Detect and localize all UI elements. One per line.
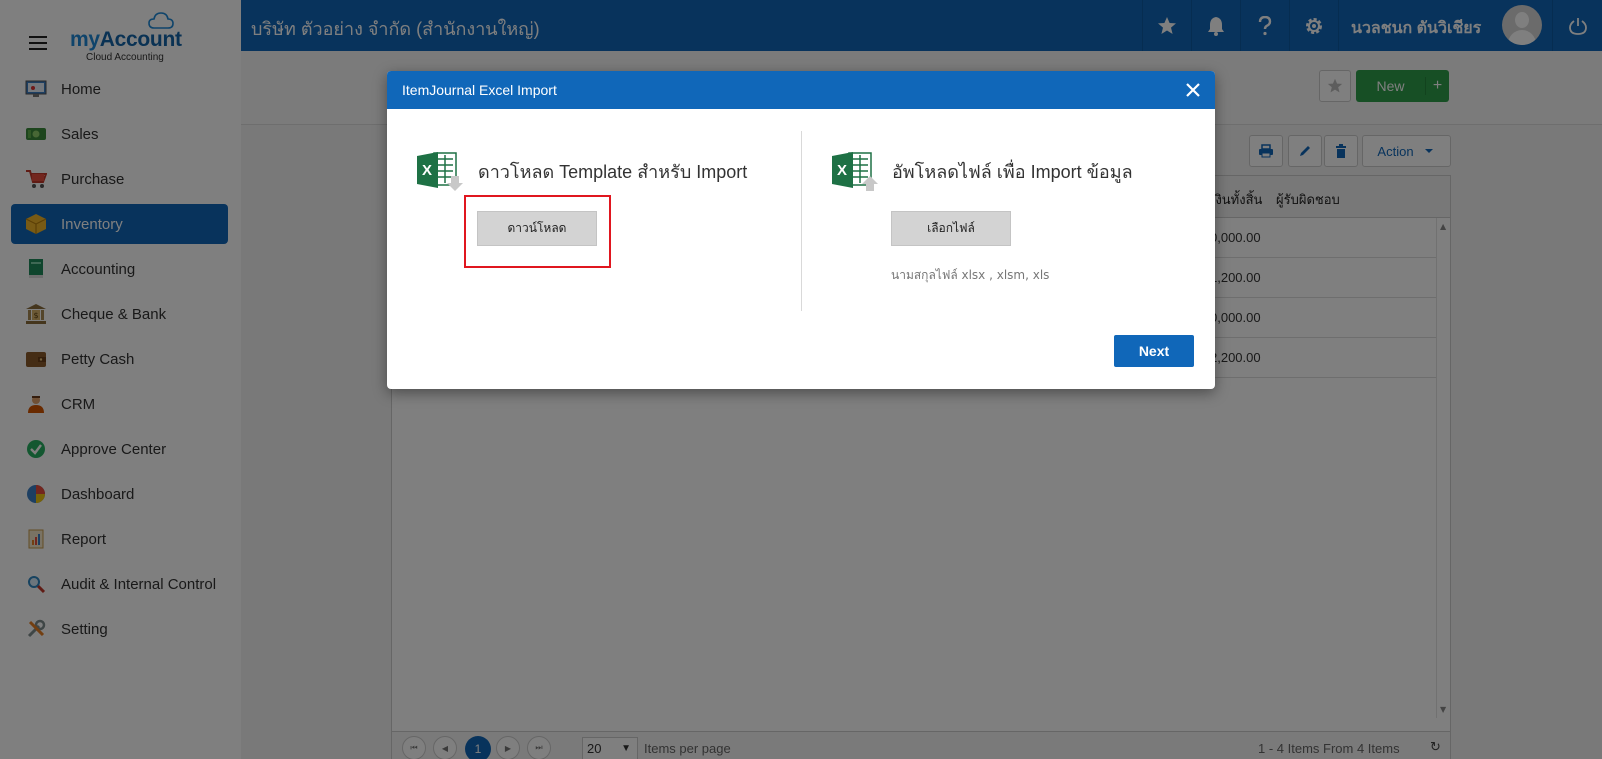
excel-download-icon: X — [417, 152, 463, 191]
dialog-title: ItemJournal Excel Import — [402, 82, 557, 98]
upload-section-title: อัพโหลดไฟล์ เพื่อ Import ข้อมูล — [892, 162, 1133, 182]
excel-upload-icon: X — [832, 152, 878, 191]
svg-text:X: X — [422, 162, 432, 179]
close-icon[interactable] — [1183, 80, 1203, 100]
excel-import-dialog: ItemJournal Excel Import X ดาวโหลด Templ… — [387, 71, 1215, 389]
choose-file-button[interactable]: เลือกไฟล์ — [891, 211, 1011, 246]
section-divider — [801, 131, 802, 311]
download-section-title: ดาวโหลด Template สำหรับ Import — [478, 162, 748, 182]
file-extension-hint: นามสกุลไฟล์ xlsx , xlsm, xls — [891, 268, 1050, 282]
dialog-header: ItemJournal Excel Import — [387, 71, 1215, 109]
next-button[interactable]: Next — [1114, 335, 1194, 367]
svg-text:X: X — [837, 162, 847, 179]
highlight-frame — [464, 195, 611, 268]
